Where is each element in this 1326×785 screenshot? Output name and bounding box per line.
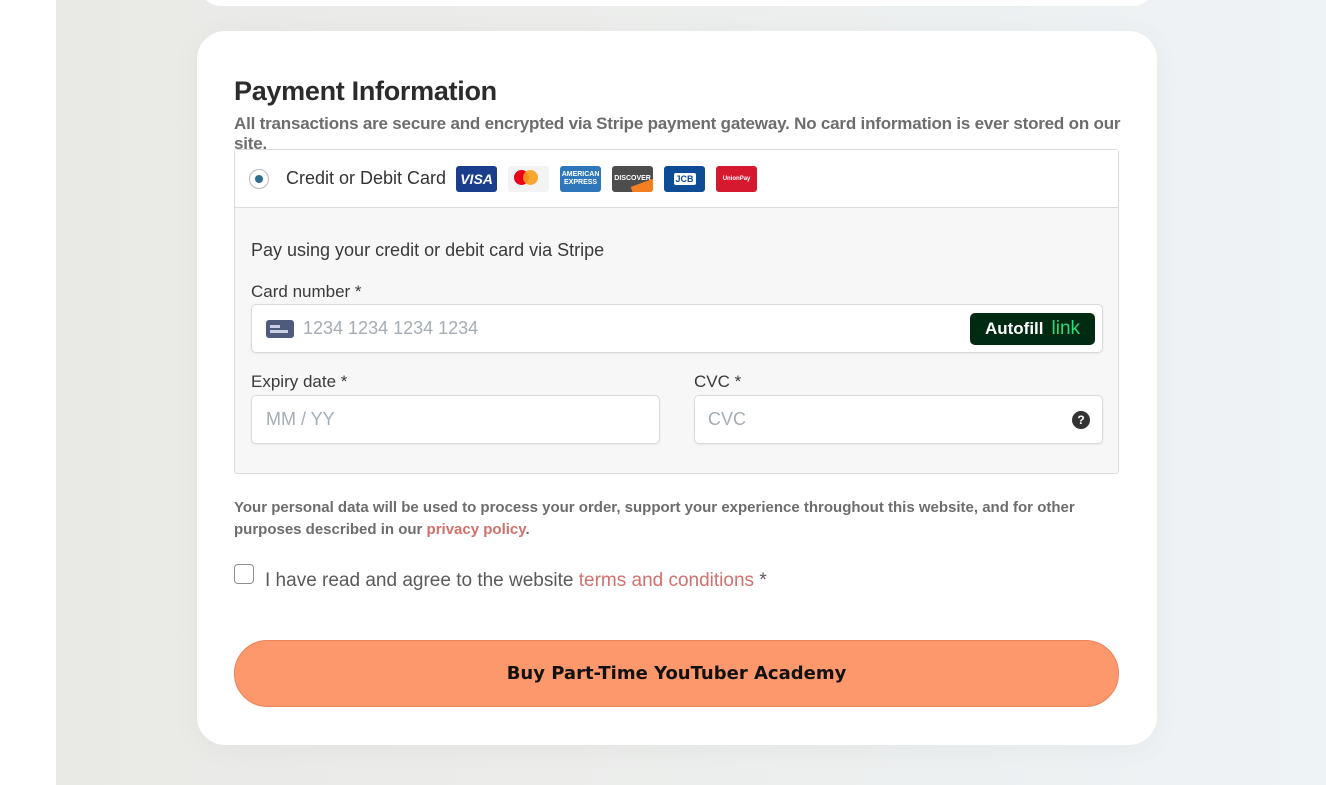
stripe-description: Pay using your credit or debit card via … bbox=[251, 240, 605, 260]
card-number-label: Card number * bbox=[251, 282, 362, 301]
terms-checkbox[interactable] bbox=[234, 564, 254, 584]
payment-method-box: Credit or Debit Card VISA AMERICAN EXPRE… bbox=[234, 149, 1119, 474]
mastercard-icon bbox=[508, 165, 550, 192]
unionpay-icon: UnionPay bbox=[716, 165, 758, 192]
card-number-placeholder: 1234 1234 1234 1234 bbox=[303, 318, 479, 338]
link-logo: link bbox=[1051, 318, 1081, 339]
card-brand-icons: VISA AMERICAN EXPRESS DISCOVER JCB Union… bbox=[456, 165, 758, 192]
autofill-label: Autofill bbox=[984, 319, 1044, 338]
amex-icon: AMERICAN EXPRESS bbox=[560, 165, 602, 192]
privacy-suffix: . bbox=[525, 521, 530, 538]
payment-subtitle: All transactions are secure and encrypte… bbox=[234, 114, 1121, 153]
privacy-policy-link[interactable]: privacy policy bbox=[427, 521, 526, 538]
card-method-label: Credit or Debit Card bbox=[286, 168, 447, 188]
buy-button[interactable]: Buy Part-Time YouTuber Academy bbox=[234, 640, 1119, 707]
terms-required-mark: * bbox=[754, 570, 767, 591]
privacy-notice: Your personal data will be used to proce… bbox=[234, 497, 1124, 541]
expiry-date-field[interactable]: MM / YY bbox=[251, 395, 660, 444]
terms-prefix: I have read and agree to the website bbox=[265, 570, 579, 591]
privacy-text: Your personal data will be used to proce… bbox=[234, 499, 1075, 538]
cvc-help-icon[interactable]: ? bbox=[1072, 411, 1090, 429]
cvc-label: CVC * bbox=[694, 372, 742, 391]
expiry-placeholder: MM / YY bbox=[266, 409, 335, 429]
credit-card-icon bbox=[266, 319, 294, 338]
payment-card: Payment Information All transactions are… bbox=[197, 31, 1157, 745]
expiry-date-label: Expiry date * bbox=[251, 372, 348, 391]
card-method-radio[interactable] bbox=[249, 168, 269, 189]
cvc-field[interactable]: CVC ? bbox=[694, 395, 1103, 444]
terms-link[interactable]: terms and conditions bbox=[579, 570, 754, 591]
previous-section-card bbox=[199, 0, 1155, 6]
cvc-placeholder: CVC bbox=[708, 409, 747, 429]
terms-agreement: I have read and agree to the website ter… bbox=[265, 570, 767, 592]
autofill-link-button[interactable]: Autofill link bbox=[970, 313, 1095, 345]
jcb-icon: JCB bbox=[664, 165, 706, 192]
payment-method-option-card[interactable]: Credit or Debit Card VISA AMERICAN EXPRE… bbox=[235, 150, 1118, 208]
visa-icon: VISA bbox=[456, 165, 498, 192]
card-number-field[interactable]: 1234 1234 1234 1234 Autofill link bbox=[251, 304, 1103, 353]
discover-icon: DISCOVER bbox=[612, 165, 654, 192]
page-title: Payment Information bbox=[234, 76, 497, 106]
radio-selected-dot bbox=[255, 174, 263, 183]
